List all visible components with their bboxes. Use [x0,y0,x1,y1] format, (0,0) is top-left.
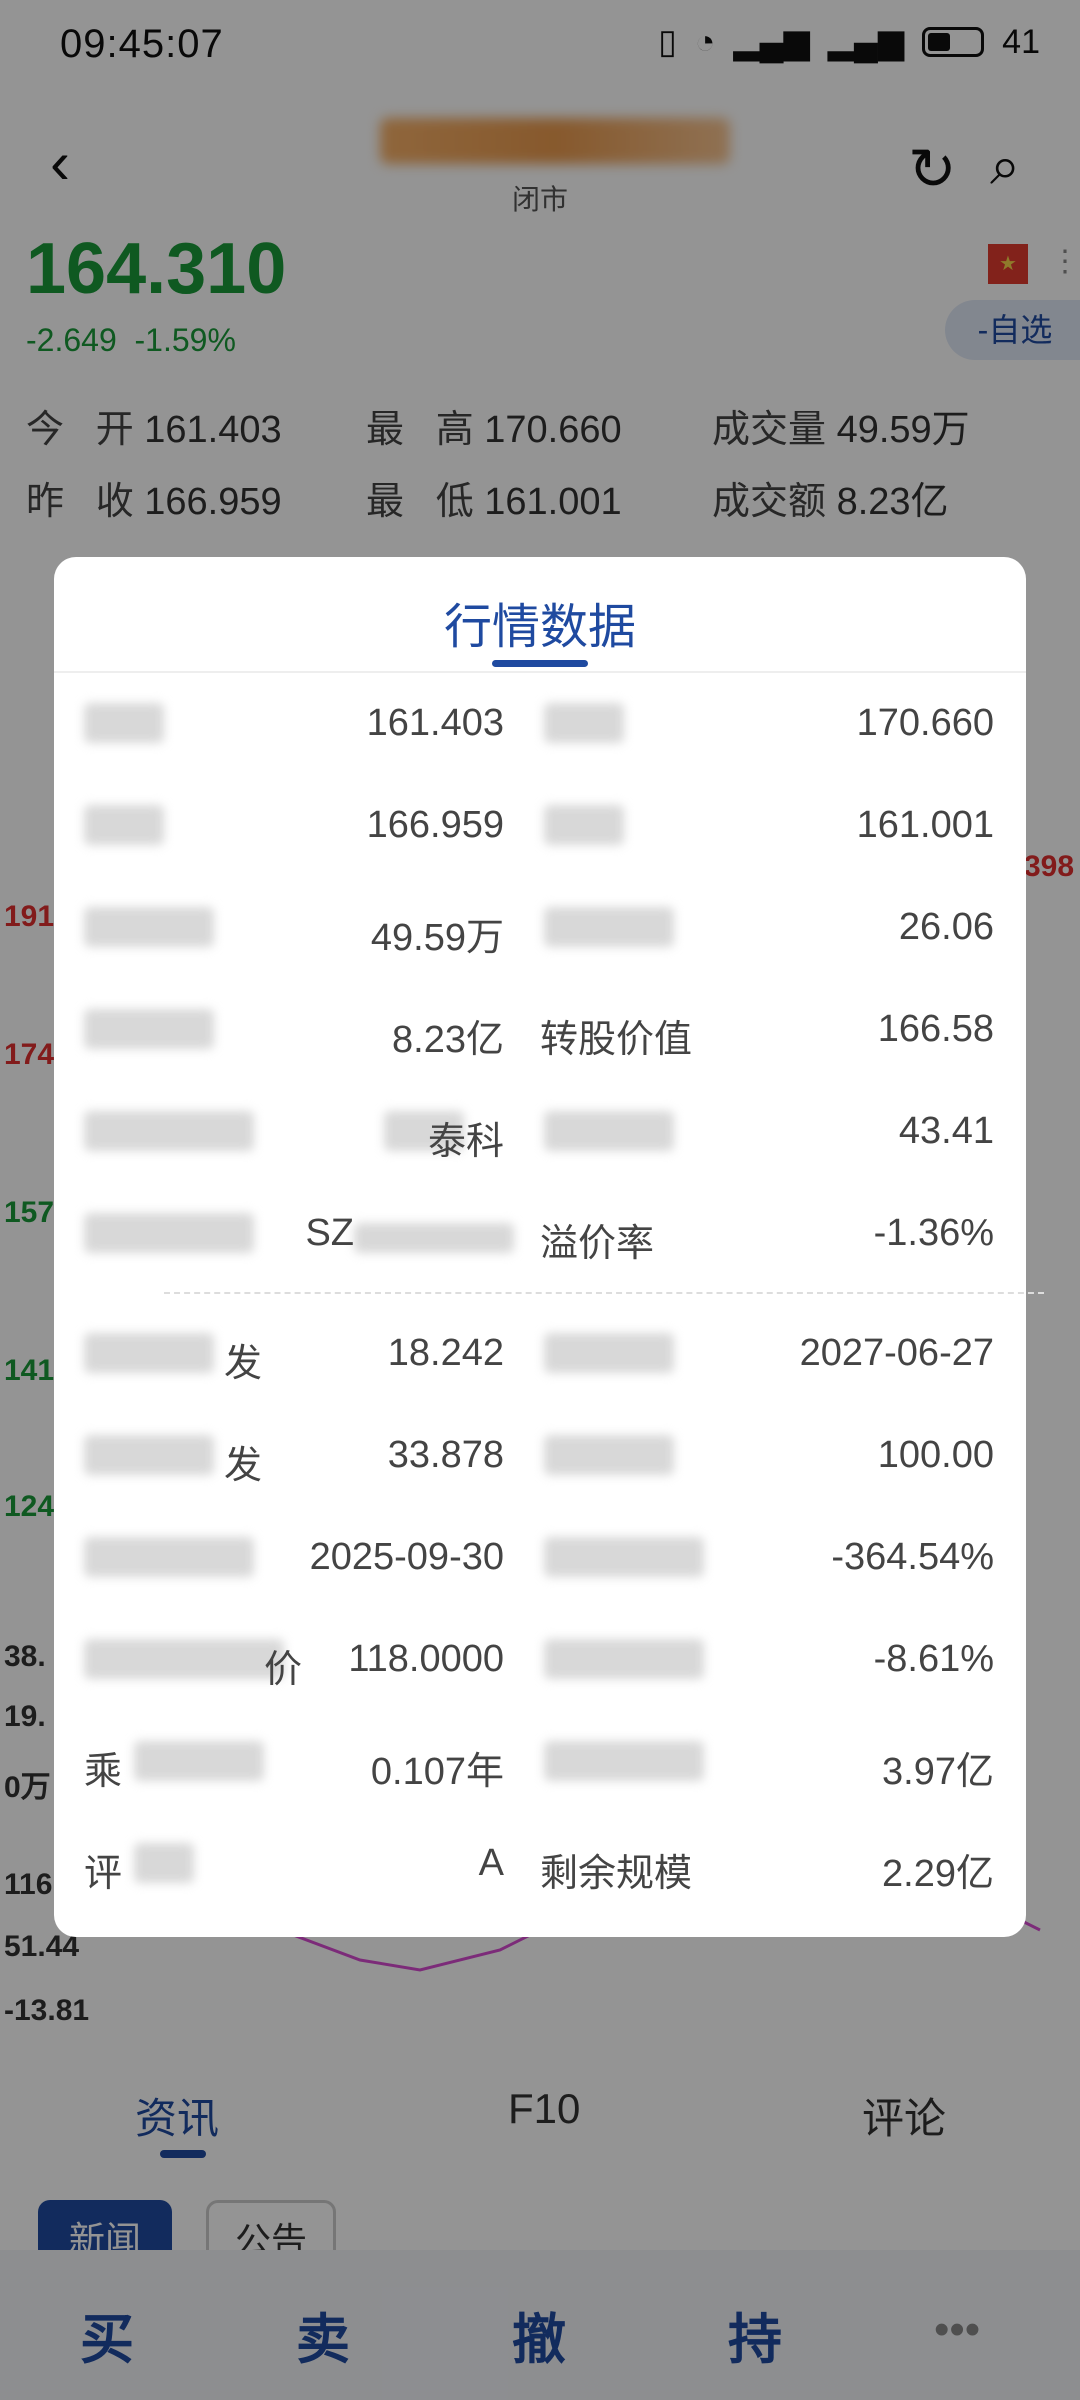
row-label: 乘 [84,1751,123,1793]
redacted-label [84,1111,254,1151]
redacted-label [544,1111,674,1151]
divider [54,671,1026,673]
redacted-label [544,907,674,947]
redacted-label [134,1741,264,1781]
row-value: 2.29亿 [882,1853,994,1895]
row-value: 泰科 [427,1121,504,1163]
redacted-label [544,703,624,743]
redacted-label [84,1009,214,1049]
row-value: 100.00 [877,1434,994,1476]
redacted-label [84,1333,214,1373]
row-value: 166.58 [877,1008,994,1050]
row-value: 26.06 [898,906,994,948]
row-value: 2027-06-27 [799,1332,994,1374]
row-value: 161.403 [366,702,504,744]
row-value: 0.107年 [370,1751,504,1793]
redacted-label [84,703,164,743]
redacted-label [544,1639,704,1679]
row-value: 33.878 [387,1434,504,1476]
redacted-value [354,1223,514,1253]
market-data-modal: 行情数据 161.403 166.959 49.59万 8.23亿 泰科 SZ … [54,557,1044,1937]
row-value: 170.660 [856,702,994,744]
row-label: 溢价率 [540,1223,655,1265]
row-value: -8.61% [873,1638,994,1680]
redacted-label [544,1537,704,1577]
redacted-label [544,1333,674,1373]
row-label: 评 [84,1853,123,1895]
row-value: 18.242 [387,1332,504,1374]
row-label: 剩余规模 [540,1853,693,1895]
row-value: 3.97亿 [882,1751,994,1793]
row-value: 166.959 [366,804,504,846]
row-value: 43.41 [898,1110,994,1152]
redacted-label [84,805,164,845]
redacted-label [84,1435,214,1475]
row-value: -364.54% [831,1536,994,1578]
redacted-label [84,907,214,947]
row-value: 2025-09-30 [309,1536,504,1578]
redacted-label [84,1537,254,1577]
redacted-label [84,1213,254,1253]
row-value: SZ [305,1212,354,1254]
redacted-label [134,1843,194,1883]
row-value: A [478,1842,504,1884]
redacted-label [544,805,624,845]
modal-title-underline [492,660,588,667]
redacted-label [544,1435,674,1475]
section-divider [164,1292,1044,1294]
row-value: 118.0000 [348,1638,504,1680]
modal-title: 行情数据 [443,601,636,654]
row-value: 8.23亿 [392,1019,504,1061]
redacted-label [544,1741,704,1781]
row-label: 转股价值 [540,1019,693,1061]
row-value: -1.36% [873,1212,994,1254]
row-value: 161.001 [856,804,994,846]
row-value: 49.59万 [370,917,504,959]
